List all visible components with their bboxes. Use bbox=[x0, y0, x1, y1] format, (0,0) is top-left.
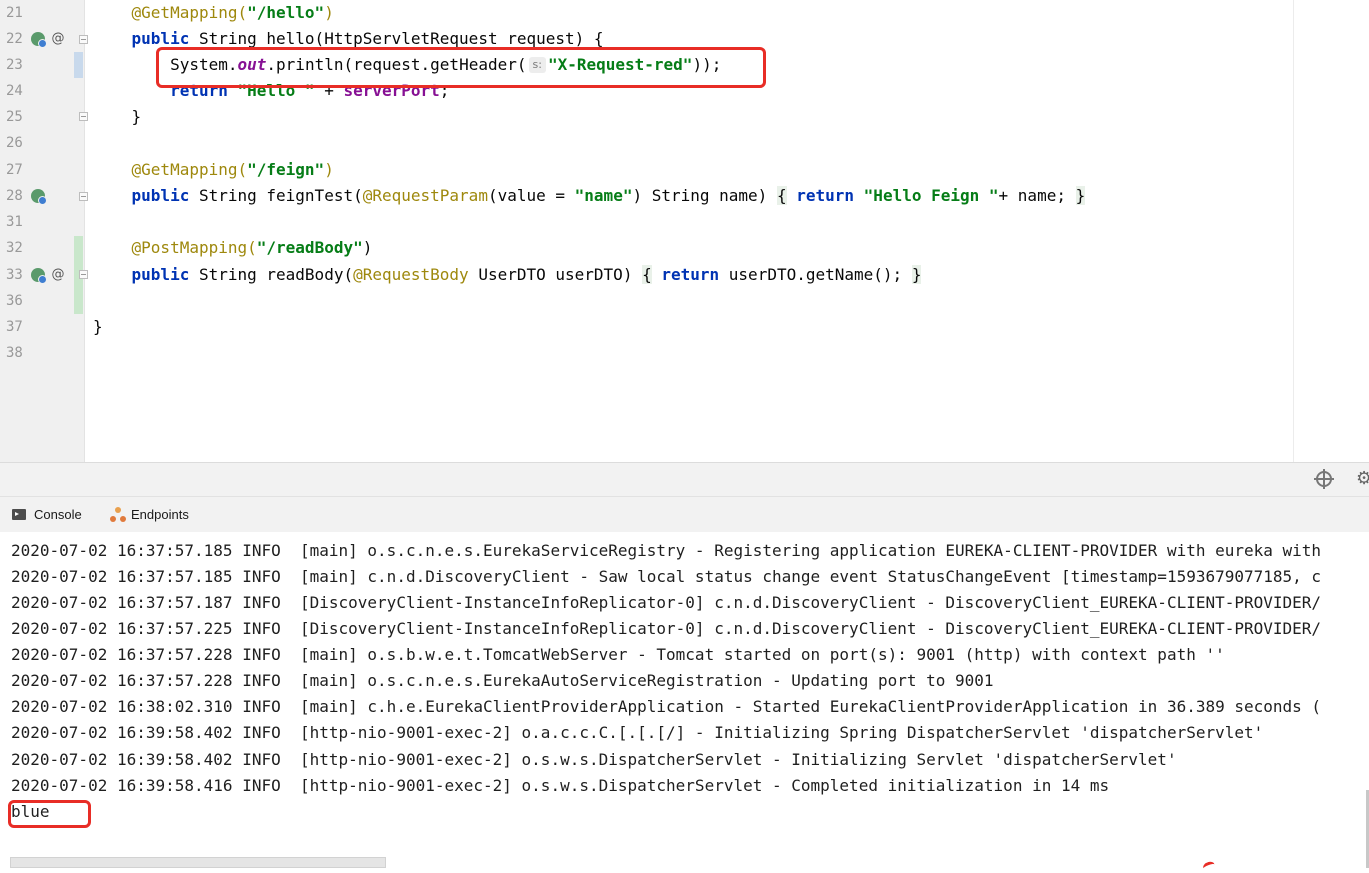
spring-endpoint-icon[interactable] bbox=[31, 189, 47, 205]
code-token: @GetMapping( bbox=[131, 160, 248, 179]
line-number: 36 bbox=[6, 293, 23, 309]
console-icon bbox=[12, 509, 26, 520]
code-token: @RequestParam bbox=[362, 186, 488, 205]
code-token: { bbox=[776, 186, 787, 205]
code-token: "name" bbox=[574, 186, 633, 205]
code-token: public bbox=[131, 186, 190, 205]
line-number: 33 bbox=[6, 267, 23, 283]
console-output[interactable]: 2020-07-02 16:37:57.185 INFO [main] o.s.… bbox=[0, 532, 1369, 868]
gear-icon[interactable]: ⚙ bbox=[1356, 469, 1369, 489]
code-line[interactable]: @GetMapping("/feign") bbox=[93, 157, 334, 183]
code-token: UserDTO userDTO) bbox=[468, 265, 643, 284]
tab-console-label: Console bbox=[34, 507, 82, 522]
line-number: 26 bbox=[6, 135, 23, 151]
line-number: 28 bbox=[6, 188, 23, 204]
log-line: 2020-07-02 16:38:02.310 INFO [main] c.h.… bbox=[11, 697, 1322, 716]
log-line: 2020-07-02 16:39:58.402 INFO [http-nio-9… bbox=[11, 750, 1177, 769]
code-token: ) bbox=[362, 238, 373, 257]
line-number: 32 bbox=[6, 240, 23, 256]
tab-console[interactable]: Console bbox=[12, 497, 82, 532]
code-token: } bbox=[1075, 186, 1086, 205]
tab-endpoints[interactable]: Endpoints bbox=[110, 497, 189, 532]
code-token: @PostMapping( bbox=[131, 238, 257, 257]
log-line: 2020-07-02 16:37:57.187 INFO [DiscoveryC… bbox=[11, 593, 1322, 612]
code-line[interactable]: @PostMapping("/readBody") bbox=[93, 235, 373, 261]
code-line[interactable]: } bbox=[93, 104, 142, 130]
code-token: ) bbox=[324, 160, 334, 179]
line-number: 22 bbox=[6, 31, 23, 47]
annotation-at-icon[interactable]: @ bbox=[51, 268, 65, 282]
code-token: userDTO.getName(); bbox=[719, 265, 912, 284]
line-number: 23 bbox=[6, 57, 23, 73]
output-highlight-box bbox=[8, 800, 91, 828]
spring-endpoint-icon[interactable] bbox=[31, 268, 47, 284]
line-number: 21 bbox=[6, 5, 23, 21]
code-token: String readBody( bbox=[189, 265, 354, 284]
log-line: 2020-07-02 16:37:57.225 INFO [DiscoveryC… bbox=[11, 619, 1322, 638]
log-line: 2020-07-02 16:37:57.228 INFO [main] o.s.… bbox=[11, 645, 1225, 664]
log-line: 2020-07-02 16:37:57.228 INFO [main] o.s.… bbox=[11, 671, 994, 690]
line-number: 38 bbox=[6, 345, 23, 361]
line-number: 27 bbox=[6, 162, 23, 178]
right-margin-guide bbox=[1293, 0, 1294, 462]
modified-line-marker bbox=[74, 52, 83, 78]
line-number: 31 bbox=[6, 214, 23, 230]
code-token: "/readBody" bbox=[256, 238, 363, 257]
fold-toggle-icon[interactable] bbox=[79, 35, 88, 44]
fold-toggle-icon[interactable] bbox=[79, 192, 88, 201]
code-token: "/hello" bbox=[247, 3, 325, 22]
code-token: (value = bbox=[487, 186, 575, 205]
log-line: 2020-07-02 16:37:57.185 INFO [main] c.n.… bbox=[11, 567, 1322, 586]
code-token: "Hello Feign " bbox=[863, 186, 999, 205]
log-line: 2020-07-02 16:39:58.416 INFO [http-nio-9… bbox=[11, 776, 1110, 795]
code-line[interactable]: } bbox=[93, 314, 103, 340]
code-line[interactable]: public String readBody(@RequestBody User… bbox=[93, 262, 922, 288]
code-token: { bbox=[642, 265, 652, 284]
tool-window-header: ⚙ bbox=[0, 462, 1369, 497]
code-editor[interactable]: 21 22 23 24 25 26 27 28 31 32 33 36 37 3… bbox=[0, 0, 1369, 462]
annotation-at-icon[interactable]: @ bbox=[51, 32, 65, 46]
code-token: return bbox=[796, 186, 855, 205]
code-token: @RequestBody bbox=[353, 265, 469, 284]
code-token: } bbox=[93, 107, 142, 126]
horizontal-scrollbar[interactable] bbox=[10, 857, 386, 868]
fold-toggle-icon[interactable] bbox=[79, 270, 88, 279]
code-token: String feignTest( bbox=[189, 186, 363, 205]
code-token: "/feign" bbox=[247, 160, 325, 179]
log-line: 2020-07-02 16:37:57.185 INFO [main] o.s.… bbox=[11, 541, 1322, 560]
fold-toggle-icon[interactable] bbox=[79, 112, 88, 121]
code-line[interactable]: @GetMapping("/hello") bbox=[93, 0, 334, 26]
line-number: 25 bbox=[6, 109, 23, 125]
line-number: 24 bbox=[6, 83, 23, 99]
code-token: String hello(HttpServletRequest request)… bbox=[189, 29, 604, 48]
code-token: + name; bbox=[998, 186, 1076, 205]
code-token: ) String name) bbox=[632, 186, 777, 205]
spring-endpoint-icon[interactable] bbox=[31, 32, 47, 48]
endpoints-icon bbox=[110, 506, 126, 523]
highlight-annotation-box bbox=[156, 47, 766, 88]
code-token: public bbox=[131, 265, 190, 284]
line-number: 37 bbox=[6, 319, 23, 335]
code-token: } bbox=[93, 317, 103, 336]
code-token: } bbox=[911, 265, 922, 284]
tool-window-tabs: Console Endpoints bbox=[0, 496, 1369, 533]
code-token: return bbox=[661, 265, 720, 284]
code-token: ) bbox=[324, 3, 334, 22]
code-token: @GetMapping( bbox=[131, 3, 248, 22]
tab-endpoints-label: Endpoints bbox=[131, 507, 189, 522]
code-line[interactable]: public String feignTest(@RequestParam(va… bbox=[93, 183, 1086, 209]
crosshair-icon[interactable] bbox=[1314, 469, 1334, 489]
code-token: public bbox=[131, 29, 190, 48]
log-line: 2020-07-02 16:39:58.402 INFO [http-nio-9… bbox=[11, 723, 1264, 742]
